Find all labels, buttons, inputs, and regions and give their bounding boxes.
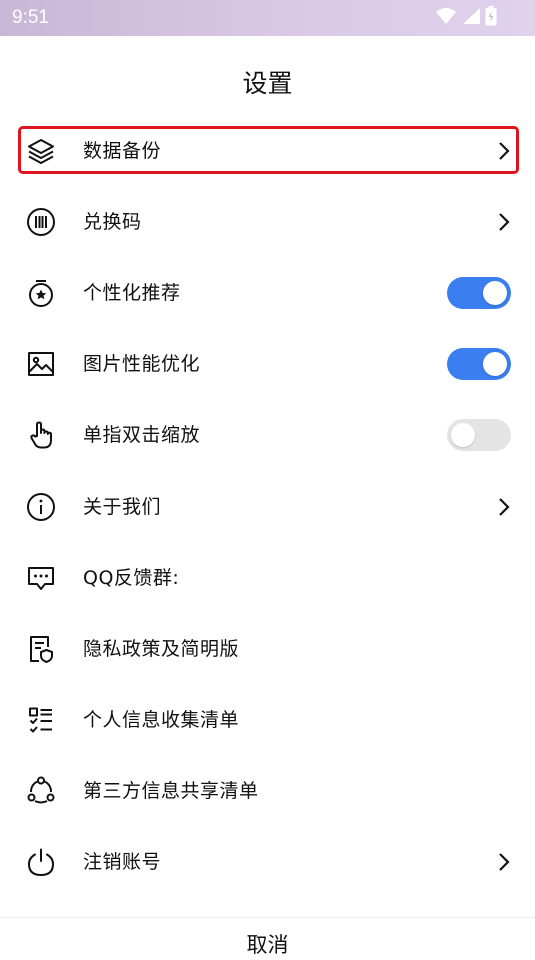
- power-icon: [26, 847, 56, 877]
- image-icon: [26, 349, 56, 379]
- settings-item-label: 注销账号: [83, 851, 162, 874]
- settings-item-image-optimization: 图片性能优化: [0, 329, 535, 400]
- settings-item-privacy-policy[interactable]: 隐私政策及简明版: [0, 613, 535, 684]
- toggle-knob: [483, 352, 507, 377]
- settings-item-personalized-recommendation: 个性化推荐: [0, 257, 535, 328]
- hand-pointer-icon: [26, 420, 56, 450]
- status-time: 9:51: [12, 7, 49, 28]
- chevron-right-icon: [497, 141, 511, 161]
- toggle-knob: [451, 423, 475, 448]
- settings-item-delete-account[interactable]: 注销账号: [0, 827, 535, 898]
- settings-item-redeem-code[interactable]: 兑换码: [0, 186, 535, 257]
- settings-item-label: 个性化推荐: [83, 281, 181, 304]
- settings-item-third-party-sharing-list[interactable]: 第三方信息共享清单: [0, 756, 535, 827]
- settings-item-double-tap-zoom: 单指双击缩放: [0, 400, 535, 471]
- chat-bubble-icon: [26, 563, 56, 593]
- share-nodes-icon: [26, 776, 56, 806]
- settings-item-personal-info-list[interactable]: 个人信息收集清单: [0, 685, 535, 756]
- status-bar: 9:51: [0, 0, 535, 36]
- info-icon: [26, 492, 56, 522]
- battery-charging-icon: [485, 6, 497, 30]
- signal-icon: [461, 7, 481, 29]
- settings-item-data-backup[interactable]: 数据备份: [0, 115, 535, 186]
- personalized-recommendation-toggle[interactable]: [447, 276, 511, 309]
- chevron-right-icon: [497, 212, 511, 232]
- cancel-button[interactable]: 取消: [0, 930, 535, 960]
- footer-divider: [0, 917, 535, 918]
- settings-item-label: 兑换码: [83, 210, 142, 233]
- page-title: 设置: [242, 69, 293, 98]
- settings-item-qq-feedback-group[interactable]: QQ反馈群:: [0, 542, 535, 613]
- settings-item-label: 关于我们: [83, 495, 162, 518]
- wifi-icon: [435, 7, 457, 29]
- status-icons: [435, 6, 497, 30]
- settings-item-label: 第三方信息共享清单: [83, 780, 259, 803]
- settings-item-label: 隐私政策及简明版: [83, 637, 240, 660]
- barcode-icon: [26, 207, 56, 237]
- badge-star-icon: [26, 278, 56, 308]
- document-shield-icon: [26, 634, 56, 664]
- image-optimization-toggle[interactable]: [447, 348, 511, 381]
- settings-item-label: 个人信息收集清单: [83, 709, 240, 732]
- layers-icon: [26, 136, 56, 166]
- settings-item-label: 单指双击缩放: [83, 424, 201, 447]
- settings-item-label: 数据备份: [83, 139, 162, 162]
- settings-list: 数据备份 兑换码 个性化推荐 图片性能优化 单指双击缩放 关于我们 QQ反馈群:…: [0, 115, 535, 898]
- settings-item-label: QQ反馈群:: [83, 566, 180, 589]
- double-tap-zoom-toggle[interactable]: [447, 419, 511, 452]
- toggle-knob: [483, 280, 507, 305]
- settings-item-label: 图片性能优化: [83, 353, 201, 376]
- chevron-right-icon: [497, 852, 511, 872]
- chevron-right-icon: [497, 497, 511, 517]
- settings-item-about-us[interactable]: 关于我们: [0, 471, 535, 542]
- checklist-icon: [26, 705, 56, 735]
